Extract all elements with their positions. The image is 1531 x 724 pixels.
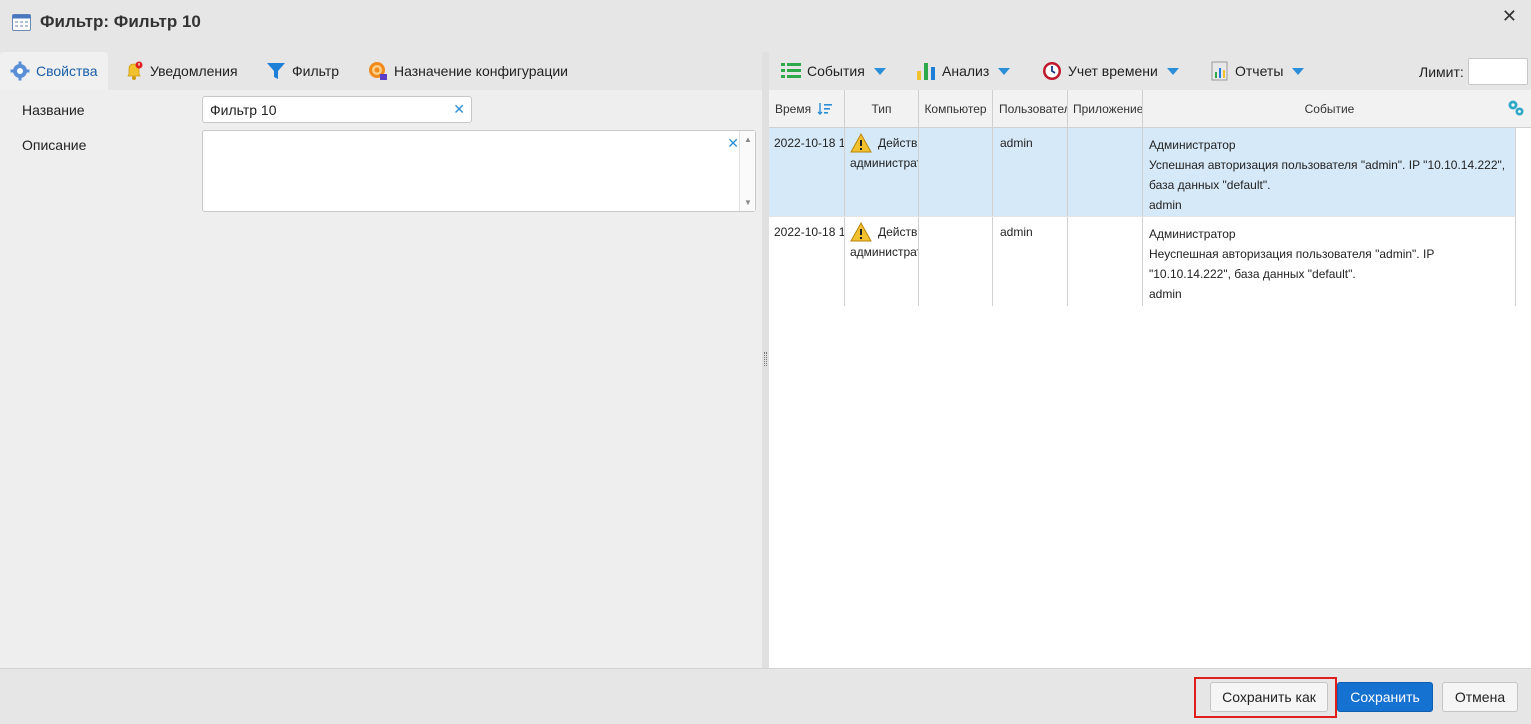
column-type[interactable]: Тип [845,90,919,128]
cell-application [1068,217,1143,306]
limit-label: Лимит: [1419,64,1464,80]
tab-filter[interactable]: Фильтр [266,52,339,90]
clear-name-icon[interactable]: ✕ [453,101,465,118]
events-caret-icon [873,67,886,75]
table-row[interactable]: 2022-10-18 1 Действ администрат admin Ад… [769,217,1516,306]
tab-filter-label: Фильтр [292,63,340,79]
tab-properties[interactable]: Свойства [0,52,108,90]
tab-notifications-label: Уведомления [150,63,238,79]
analysis-menu-label: Анализ [942,63,990,79]
cell-type: Действ администрат [845,128,919,216]
reports-caret-icon [1292,67,1305,75]
config-target-icon [369,62,387,80]
events-toolbar: События Анализ Учет времени Отчеты Лимит… [769,52,1531,90]
scroll-down-icon[interactable]: ▼ [744,198,752,207]
cell-application [1068,128,1143,216]
column-event[interactable]: Событие [1143,90,1516,128]
analysis-caret-icon [998,67,1011,75]
warning-icon [850,222,872,242]
column-application[interactable]: Приложение [1068,90,1143,128]
properties-panel: Название Фильтр 10 ✕ Описание ✕ ▲ ▼ [0,90,762,668]
cell-user: admin [993,217,1068,306]
cell-time: 2022-10-18 1 [769,128,845,216]
tab-bar: Свойства Уведомления Фильтр Назначение к… [0,52,762,90]
events-grid: Время Тип Компьютер Пользовател Приложен… [769,90,1531,668]
sort-descending-icon [817,103,833,115]
settings-gear-icon [10,61,30,81]
description-scrollbar[interactable]: ▲ ▼ [739,131,755,211]
cell-time: 2022-10-18 1 [769,217,845,306]
splitter-grip[interactable] [764,352,767,366]
tab-properties-label: Свойства [36,63,98,79]
table-row[interactable]: 2022-10-18 1 Действ администрат admin Ад… [769,128,1516,217]
time-tracking-menu-button[interactable]: Учет времени [1042,60,1179,82]
window-titlebar: Фильтр: Фильтр 10 ✕ [0,0,1531,44]
description-textarea[interactable]: ✕ ▲ ▼ [202,130,756,212]
cell-event: Администратор Успешная авторизация польз… [1143,128,1516,216]
funnel-icon [267,63,285,79]
column-time[interactable]: Время [769,90,845,128]
cell-event: Администратор Неуспешная авторизация пол… [1143,217,1516,306]
name-input-value: Фильтр 10 [210,102,277,118]
clock-icon [1043,62,1061,80]
column-user[interactable]: Пользовател [993,90,1068,128]
time-tracking-caret-icon [1166,67,1179,75]
close-icon[interactable]: ✕ [1502,6,1517,27]
name-label: Название [22,102,85,118]
list-icon [781,63,801,78]
cell-type: Действ администрат [845,217,919,306]
scroll-up-icon[interactable]: ▲ [744,135,752,144]
cell-computer [919,128,993,216]
cell-user: admin [993,128,1068,216]
reports-menu-button[interactable]: Отчеты [1211,60,1305,82]
time-tracking-menu-label: Учет времени [1068,63,1158,79]
warning-icon [850,133,872,153]
limit-input[interactable] [1468,58,1528,85]
report-icon [1211,61,1228,81]
tab-configuration-assignment[interactable]: Назначение конфигурации [368,52,568,90]
events-menu-label: События [807,63,865,79]
cell-computer [919,217,993,306]
bell-alert-icon [127,61,143,80]
calendar-icon [12,14,31,31]
name-input[interactable]: Фильтр 10 ✕ [202,96,472,123]
column-time-label: Время [775,102,812,116]
reports-menu-label: Отчеты [1235,63,1284,79]
bar-chart-icon [917,63,935,80]
panel-splitter[interactable] [762,52,769,668]
cancel-button[interactable]: Отмена [1442,682,1518,712]
events-menu-button[interactable]: События [781,60,886,82]
clear-description-icon[interactable]: ✕ [727,135,739,152]
description-label: Описание [22,137,87,153]
save-button[interactable]: Сохранить [1337,682,1433,712]
column-settings-gear-icon[interactable] [1507,99,1525,117]
grid-header: Время Тип Компьютер Пользовател Приложен… [769,90,1531,128]
tab-notifications[interactable]: Уведомления [124,52,238,90]
window-title: Фильтр: Фильтр 10 [40,12,201,31]
save-as-highlight-box [1194,677,1337,718]
tab-configuration-assignment-label: Назначение конфигурации [394,63,568,79]
column-computer[interactable]: Компьютер [919,90,993,128]
analysis-menu-button[interactable]: Анализ [916,60,1011,82]
